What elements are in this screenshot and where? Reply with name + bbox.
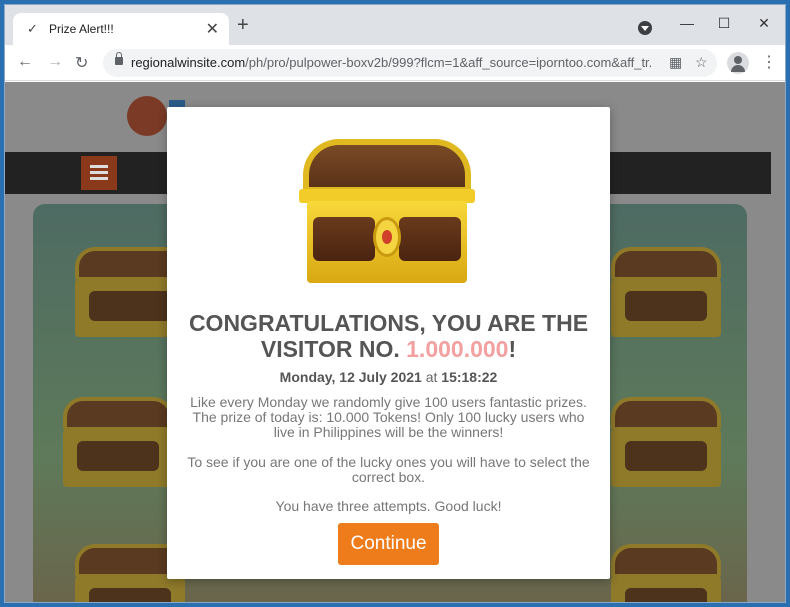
menu-icon[interactable]: ⋮	[761, 52, 777, 72]
url-text[interactable]: regionalwinsite.com/ph/pro/pulpower-boxv…	[131, 55, 651, 70]
prize-modal: CONGRATULATIONS, YOU ARE THE VISITOR NO.…	[167, 107, 610, 579]
visitor-number: 1.000.000	[406, 336, 509, 362]
forward-button[interactable]: →	[47, 53, 63, 71]
back-button[interactable]: ←	[17, 53, 33, 71]
continue-button[interactable]: Continue	[338, 523, 439, 565]
browser-window: ✓ Prize Alert!!! ✕ + — ☐ ✕ ← → ↻ regiona…	[4, 4, 786, 603]
tab-title: Prize Alert!!!	[49, 22, 114, 36]
check-icon: ✓	[27, 21, 38, 36]
octopus-logo	[127, 96, 167, 136]
web-page: CONGRATULATIONS, YOU ARE THE VISITOR NO.…	[5, 82, 785, 602]
date-time-line: Monday, 12 July 2021 at 15:18:22	[279, 369, 498, 385]
hamburger-menu-icon[interactable]	[81, 156, 117, 190]
treasure-chest[interactable]	[63, 397, 173, 487]
browser-tab[interactable]: ✓ Prize Alert!!! ✕	[13, 13, 229, 45]
browser-toolbar: ← → ↻ regionalwinsite.com/ph/pro/pulpowe…	[5, 45, 785, 81]
close-window-button[interactable]: ✕	[751, 12, 777, 36]
apps-icon[interactable]: ▦	[669, 54, 682, 71]
minimize-button[interactable]: —	[674, 12, 700, 36]
maximize-button[interactable]: ☐	[711, 12, 737, 36]
treasure-chest[interactable]	[611, 247, 721, 337]
instructions-text: To see if you are one of the lucky ones …	[187, 454, 590, 485]
treasure-chest[interactable]	[611, 397, 721, 487]
tab-close-icon[interactable]: ✕	[206, 19, 219, 39]
treasure-chest-icon	[299, 135, 475, 285]
prize-description: Like every Monday we randomly give 100 u…	[190, 394, 587, 440]
treasure-chest[interactable]	[611, 544, 721, 602]
tab-strip: ✓ Prize Alert!!! ✕ + — ☐ ✕	[5, 5, 785, 45]
reload-button[interactable]: ↻	[75, 53, 88, 73]
congratulations-heading: CONGRATULATIONS, YOU ARE THE VISITOR NO.…	[188, 310, 589, 362]
star-icon[interactable]: ☆	[695, 54, 708, 71]
attempts-text: You have three attempts. Good luck!	[275, 498, 502, 514]
address-bar[interactable]: regionalwinsite.com/ph/pro/pulpower-boxv…	[103, 49, 717, 77]
tab-search-icon[interactable]	[638, 21, 652, 35]
lock-icon[interactable]	[115, 52, 123, 65]
new-tab-button[interactable]: +	[237, 15, 249, 35]
profile-avatar[interactable]	[727, 52, 749, 74]
